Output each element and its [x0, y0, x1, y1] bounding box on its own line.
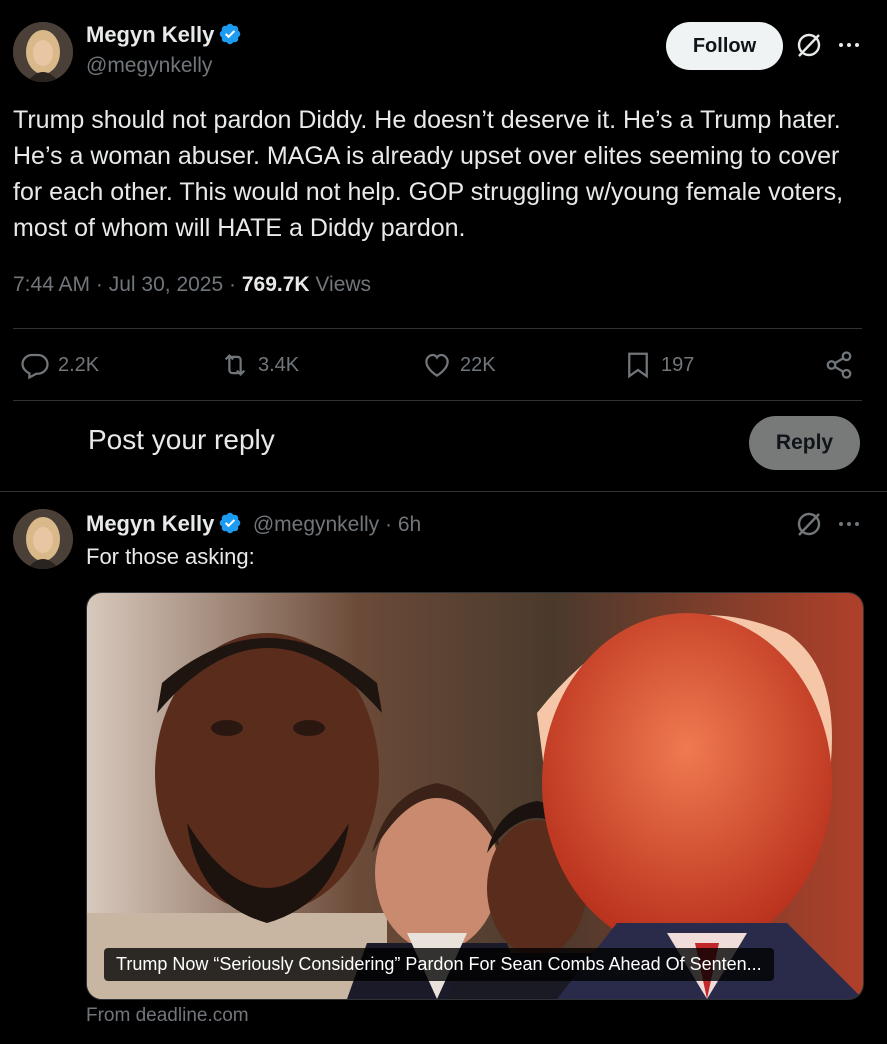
- reply-button[interactable]: Reply: [749, 416, 860, 470]
- divider: [0, 491, 887, 492]
- share-action[interactable]: [824, 346, 854, 384]
- repost-action[interactable]: 3.4K: [220, 346, 299, 384]
- tweet-text: Trump should not pardon Diddy. He doesn’…: [13, 106, 844, 242]
- views-count: 769.7K: [241, 273, 310, 296]
- bookmark-icon: [628, 352, 648, 379]
- repost-count: 3.4K: [258, 353, 300, 376]
- card-source[interactable]: From deadline.com: [86, 1005, 249, 1027]
- follow-button[interactable]: Follow: [666, 22, 783, 70]
- grok-icon[interactable]: [795, 31, 823, 64]
- repost-icon: [224, 354, 246, 376]
- divider: [13, 328, 862, 329]
- link-card[interactable]: Trump Now “Seriously Considering” Pardon…: [86, 592, 864, 1000]
- divider: [13, 400, 862, 401]
- like-count: 22K: [460, 353, 496, 376]
- views-label: Views: [315, 273, 372, 296]
- tweet-meta: 7:44 AM · Jul 30, 2025 · 769.7K Views: [13, 273, 372, 296]
- reply-author-avatar[interactable]: [13, 509, 73, 569]
- author-name[interactable]: Megyn Kelly: [86, 22, 214, 47]
- reply-time[interactable]: 6h: [398, 513, 421, 536]
- card-caption: Trump Now “Seriously Considering” Pardon…: [104, 948, 774, 981]
- author-handle[interactable]: @megynkelly: [86, 54, 212, 78]
- more-options-icon[interactable]: [837, 512, 861, 541]
- tweet-time[interactable]: 7:44 AM: [13, 273, 90, 296]
- bookmark-count: 197: [661, 353, 695, 376]
- reply-input[interactable]: Post your reply: [88, 424, 275, 456]
- card-image: [87, 593, 863, 999]
- reply-action[interactable]: 2.2K: [20, 346, 99, 384]
- share-icon: [826, 351, 852, 379]
- reply-text: For those asking:: [86, 544, 255, 569]
- reply-author-name[interactable]: Megyn Kelly: [86, 511, 214, 536]
- tweet-date[interactable]: Jul 30, 2025: [109, 273, 223, 296]
- verified-badge-icon: [218, 511, 242, 535]
- grok-icon[interactable]: [795, 510, 823, 543]
- reply-icon: [21, 353, 49, 380]
- reply-count: 2.2K: [58, 353, 100, 376]
- verified-badge-icon: [218, 22, 242, 46]
- bookmark-action[interactable]: 197: [623, 346, 694, 384]
- author-avatar[interactable]: [13, 22, 73, 82]
- reply-author-handle[interactable]: @megynkelly: [253, 513, 379, 536]
- reply-author-row: Megyn Kelly @megynkelly · 6h: [86, 511, 422, 536]
- author-name-row[interactable]: Megyn Kelly: [86, 22, 242, 48]
- more-options-icon[interactable]: [837, 33, 861, 62]
- like-action[interactable]: 22K: [422, 346, 496, 384]
- heart-icon: [425, 353, 449, 377]
